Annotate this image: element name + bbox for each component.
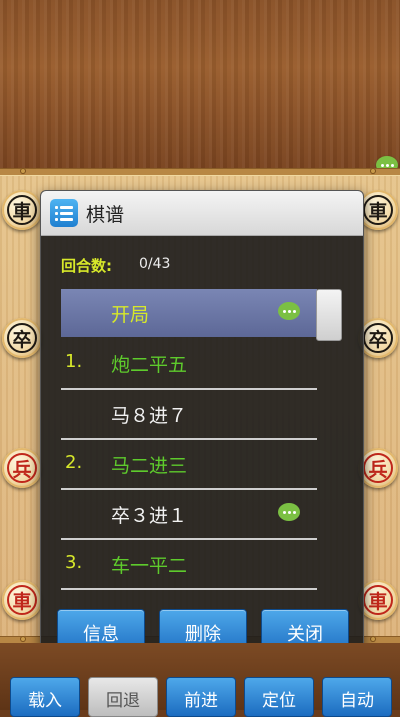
piece-label: 卒 bbox=[363, 323, 393, 353]
rail-stud bbox=[20, 636, 26, 642]
locate-button[interactable]: 定位 bbox=[244, 677, 314, 717]
piece-left-4[interactable]: 車 bbox=[2, 580, 42, 620]
move-number: 1. bbox=[65, 351, 83, 372]
bottom-toolbar: 载入 回退 前进 定位 自动 bbox=[0, 643, 400, 717]
piece-label: 兵 bbox=[7, 453, 37, 483]
dialog-title: 棋谱 bbox=[86, 204, 125, 226]
move-row[interactable]: 3. 车一平二 bbox=[61, 540, 317, 588]
scrollbar-thumb[interactable] bbox=[316, 289, 342, 341]
rail-stud bbox=[370, 168, 376, 174]
move-number: 2. bbox=[65, 452, 83, 473]
list-icon bbox=[50, 199, 78, 227]
forward-button[interactable]: 前进 bbox=[166, 677, 236, 717]
move-text: 马二进三 bbox=[111, 455, 188, 477]
dialog-header: 棋谱 bbox=[41, 191, 363, 236]
move-row[interactable]: 1. 炮二平五 bbox=[61, 339, 317, 387]
move-row[interactable]: 马８进７ bbox=[61, 390, 317, 438]
game-record-dialog: 棋谱 回合数: 0/43 开局 1. 炮二平五 马８进７ 2. 马二进三 卒３进… bbox=[40, 190, 364, 667]
rail-stud bbox=[20, 168, 26, 174]
wood-background bbox=[0, 0, 400, 168]
round-count-label: 回合数: bbox=[61, 257, 112, 275]
piece-left-2[interactable]: 卒 bbox=[2, 318, 42, 358]
move-row[interactable]: 开局 bbox=[61, 289, 317, 337]
piece-label: 兵 bbox=[363, 453, 393, 483]
piece-label: 車 bbox=[363, 585, 393, 615]
move-text: 车一平二 bbox=[111, 555, 188, 577]
rail-stud bbox=[370, 636, 376, 642]
piece-right-2[interactable]: 卒 bbox=[358, 318, 398, 358]
move-row[interactable]: 卒３进１ bbox=[61, 490, 317, 538]
piece-left-1[interactable]: 車 bbox=[2, 190, 42, 230]
move-text: 开局 bbox=[111, 304, 150, 326]
round-count-value: 0/43 bbox=[139, 256, 171, 272]
auto-button[interactable]: 自动 bbox=[322, 677, 392, 717]
move-text: 马８进７ bbox=[111, 405, 188, 427]
comment-icon[interactable] bbox=[278, 302, 300, 320]
row-divider bbox=[61, 588, 317, 590]
piece-right-3[interactable]: 兵 bbox=[358, 448, 398, 488]
move-text: 卒３进１ bbox=[111, 505, 188, 527]
piece-label: 車 bbox=[7, 195, 37, 225]
piece-right-1[interactable]: 車 bbox=[358, 190, 398, 230]
move-text: 炮二平五 bbox=[111, 354, 188, 376]
comment-icon[interactable] bbox=[278, 503, 300, 521]
piece-label: 車 bbox=[363, 195, 393, 225]
board-rail-top bbox=[0, 168, 400, 176]
undo-button[interactable]: 回退 bbox=[88, 677, 158, 717]
piece-label: 卒 bbox=[7, 323, 37, 353]
piece-label: 車 bbox=[7, 585, 37, 615]
move-row[interactable]: 2. 马二进三 bbox=[61, 440, 317, 488]
move-number: 3. bbox=[65, 552, 83, 573]
piece-right-4[interactable]: 車 bbox=[358, 580, 398, 620]
load-button[interactable]: 载入 bbox=[10, 677, 80, 717]
piece-left-3[interactable]: 兵 bbox=[2, 448, 42, 488]
